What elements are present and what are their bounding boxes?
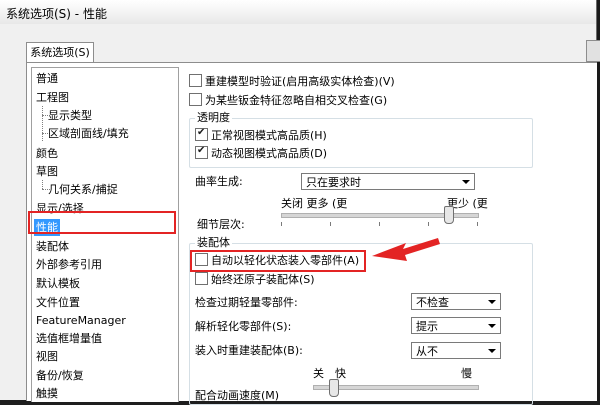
lod-slider-tick [330, 222, 331, 226]
dynamic-view-quality-option[interactable]: 动态视图模式高品质(D) [195, 144, 328, 162]
check-out-of-date-select[interactable]: 不检查 [411, 293, 501, 310]
tree-item-relations-snaps[interactable]: 几何关系/捕捉 [46, 181, 120, 198]
tree-item-assemblies[interactable]: 装配体 [34, 238, 71, 255]
lod-slider-tick [379, 222, 380, 226]
chevron-down-icon [488, 324, 496, 328]
lod-slider-tick [428, 222, 429, 226]
rebuild-verify-option[interactable]: 重建模型时验证(启用高级实体检查)(V) [189, 74, 395, 90]
options-tree[interactable]: 普通 工程图 显示类型 区域剖面线/填充 颜色 草图 几何关系/捕捉 显示/选择… [31, 67, 179, 402]
reset-button[interactable] [586, 40, 600, 62]
lod-label: 细节层次: [197, 218, 245, 231]
tree-item-touch[interactable]: 触摸 [34, 385, 60, 402]
animation-caption-off: 关 [313, 367, 324, 380]
tab-system-options[interactable]: 系统选项(S) [26, 42, 94, 63]
tree-connector [42, 106, 43, 141]
normal-view-quality-option[interactable]: 正常视图模式高品质(H) [195, 126, 327, 144]
always-resolve-checkbox[interactable] [195, 272, 208, 285]
title-bar: 系统选项(S) - 性能 [0, 0, 596, 25]
rebuild-verify-checkbox[interactable] [189, 74, 202, 87]
curvature-select[interactable]: 只在要求时 [301, 173, 475, 190]
assembly-group-title: 装配体 [195, 236, 232, 250]
always-resolve-label: 始终还原子装配体(S) [211, 273, 315, 286]
ignore-self-intersection-checkbox[interactable] [189, 93, 202, 106]
chevron-down-icon [488, 349, 496, 353]
rebuild-on-load-label: 装入时重建装配体(B): [195, 344, 303, 357]
tree-item-default-templates[interactable]: 默认模板 [34, 275, 82, 292]
tree-item-sketch[interactable]: 草图 [34, 163, 60, 180]
tree-item-general[interactable]: 普通 [34, 70, 60, 87]
rebuild-on-load-value: 从不 [416, 345, 438, 358]
tree-item-external-references[interactable]: 外部参考引用 [34, 256, 104, 273]
check-out-of-date-label: 检查过期轻量零部件: [195, 296, 298, 309]
window-title: 系统选项(S) - 性能 [6, 7, 107, 21]
tree-item-file-locations[interactable]: 文件位置 [34, 294, 82, 311]
curvature-label: 曲率生成: [195, 175, 243, 188]
resolve-lightweight-value: 提示 [416, 320, 438, 333]
tree-item-featuremanager[interactable]: FeatureManager [34, 312, 128, 329]
ignore-self-intersection-label: 为某些钣金特征忽略自相交叉检查(G) [205, 94, 388, 107]
performance-panel: 重建模型时验证(启用高级实体检查)(V) 为某些钣金特征忽略自相交叉检查(G) … [185, 63, 597, 405]
tree-item-drawings[interactable]: 工程图 [34, 89, 71, 106]
lod-slider-thumb[interactable] [443, 206, 454, 224]
system-options-dialog: 系统选项(S) - 性能 系统选项(S) 普通 工程图 显示类型 区域剖面线/填… [0, 0, 600, 405]
animation-slider-thumb[interactable] [328, 379, 339, 397]
check-out-of-date-value: 不检查 [416, 296, 449, 309]
tree-item-backup-recover[interactable]: 备份/恢复 [34, 367, 86, 384]
chevron-down-icon [488, 300, 496, 304]
tree-item-area-hatch[interactable]: 区域剖面线/填充 [46, 125, 131, 142]
rebuild-verify-label: 重建模型时验证(启用高级实体检查)(V) [205, 75, 395, 88]
lod-slider-tick [477, 222, 478, 226]
always-resolve-option[interactable]: 始终还原子装配体(S) [195, 272, 315, 288]
tree-item-view[interactable]: 视图 [34, 348, 60, 365]
curvature-select-value: 只在要求时 [306, 176, 361, 189]
tab-strip: 系统选项(S) [0, 24, 596, 64]
dynamic-view-quality-label: 动态视图模式高品质(D) [211, 147, 328, 160]
dynamic-view-quality-checkbox[interactable] [195, 144, 208, 159]
animation-speed-label: 配合动画速度(M) [195, 389, 280, 402]
transparency-group-title: 透明度 [195, 111, 232, 125]
normal-view-quality-checkbox[interactable] [195, 126, 208, 141]
lod-left-caption: 关闭 更多 (更 [281, 197, 348, 210]
resolve-lightweight-label: 解析轻化零部件(S): [195, 320, 292, 333]
highlight-box-performance [28, 211, 176, 234]
resolve-lightweight-select[interactable]: 提示 [411, 317, 501, 334]
lod-slider-tick [281, 222, 282, 226]
tree-item-colors[interactable]: 颜色 [34, 145, 60, 162]
animation-caption-slow: 慢 [461, 367, 472, 380]
chevron-down-icon [462, 180, 470, 184]
normal-view-quality-label: 正常视图模式高品质(H) [211, 129, 327, 142]
tree-item-spin-box-increments[interactable]: 选值框增量值 [34, 330, 104, 347]
tree-item-display-style[interactable]: 显示类型 [46, 107, 94, 124]
highlight-box-auto-lightweight [190, 250, 366, 272]
rebuild-on-load-select[interactable]: 从不 [411, 342, 501, 359]
tree-connector [42, 180, 43, 189]
ignore-self-intersection-option[interactable]: 为某些钣金特征忽略自相交叉检查(G) [189, 93, 387, 109]
